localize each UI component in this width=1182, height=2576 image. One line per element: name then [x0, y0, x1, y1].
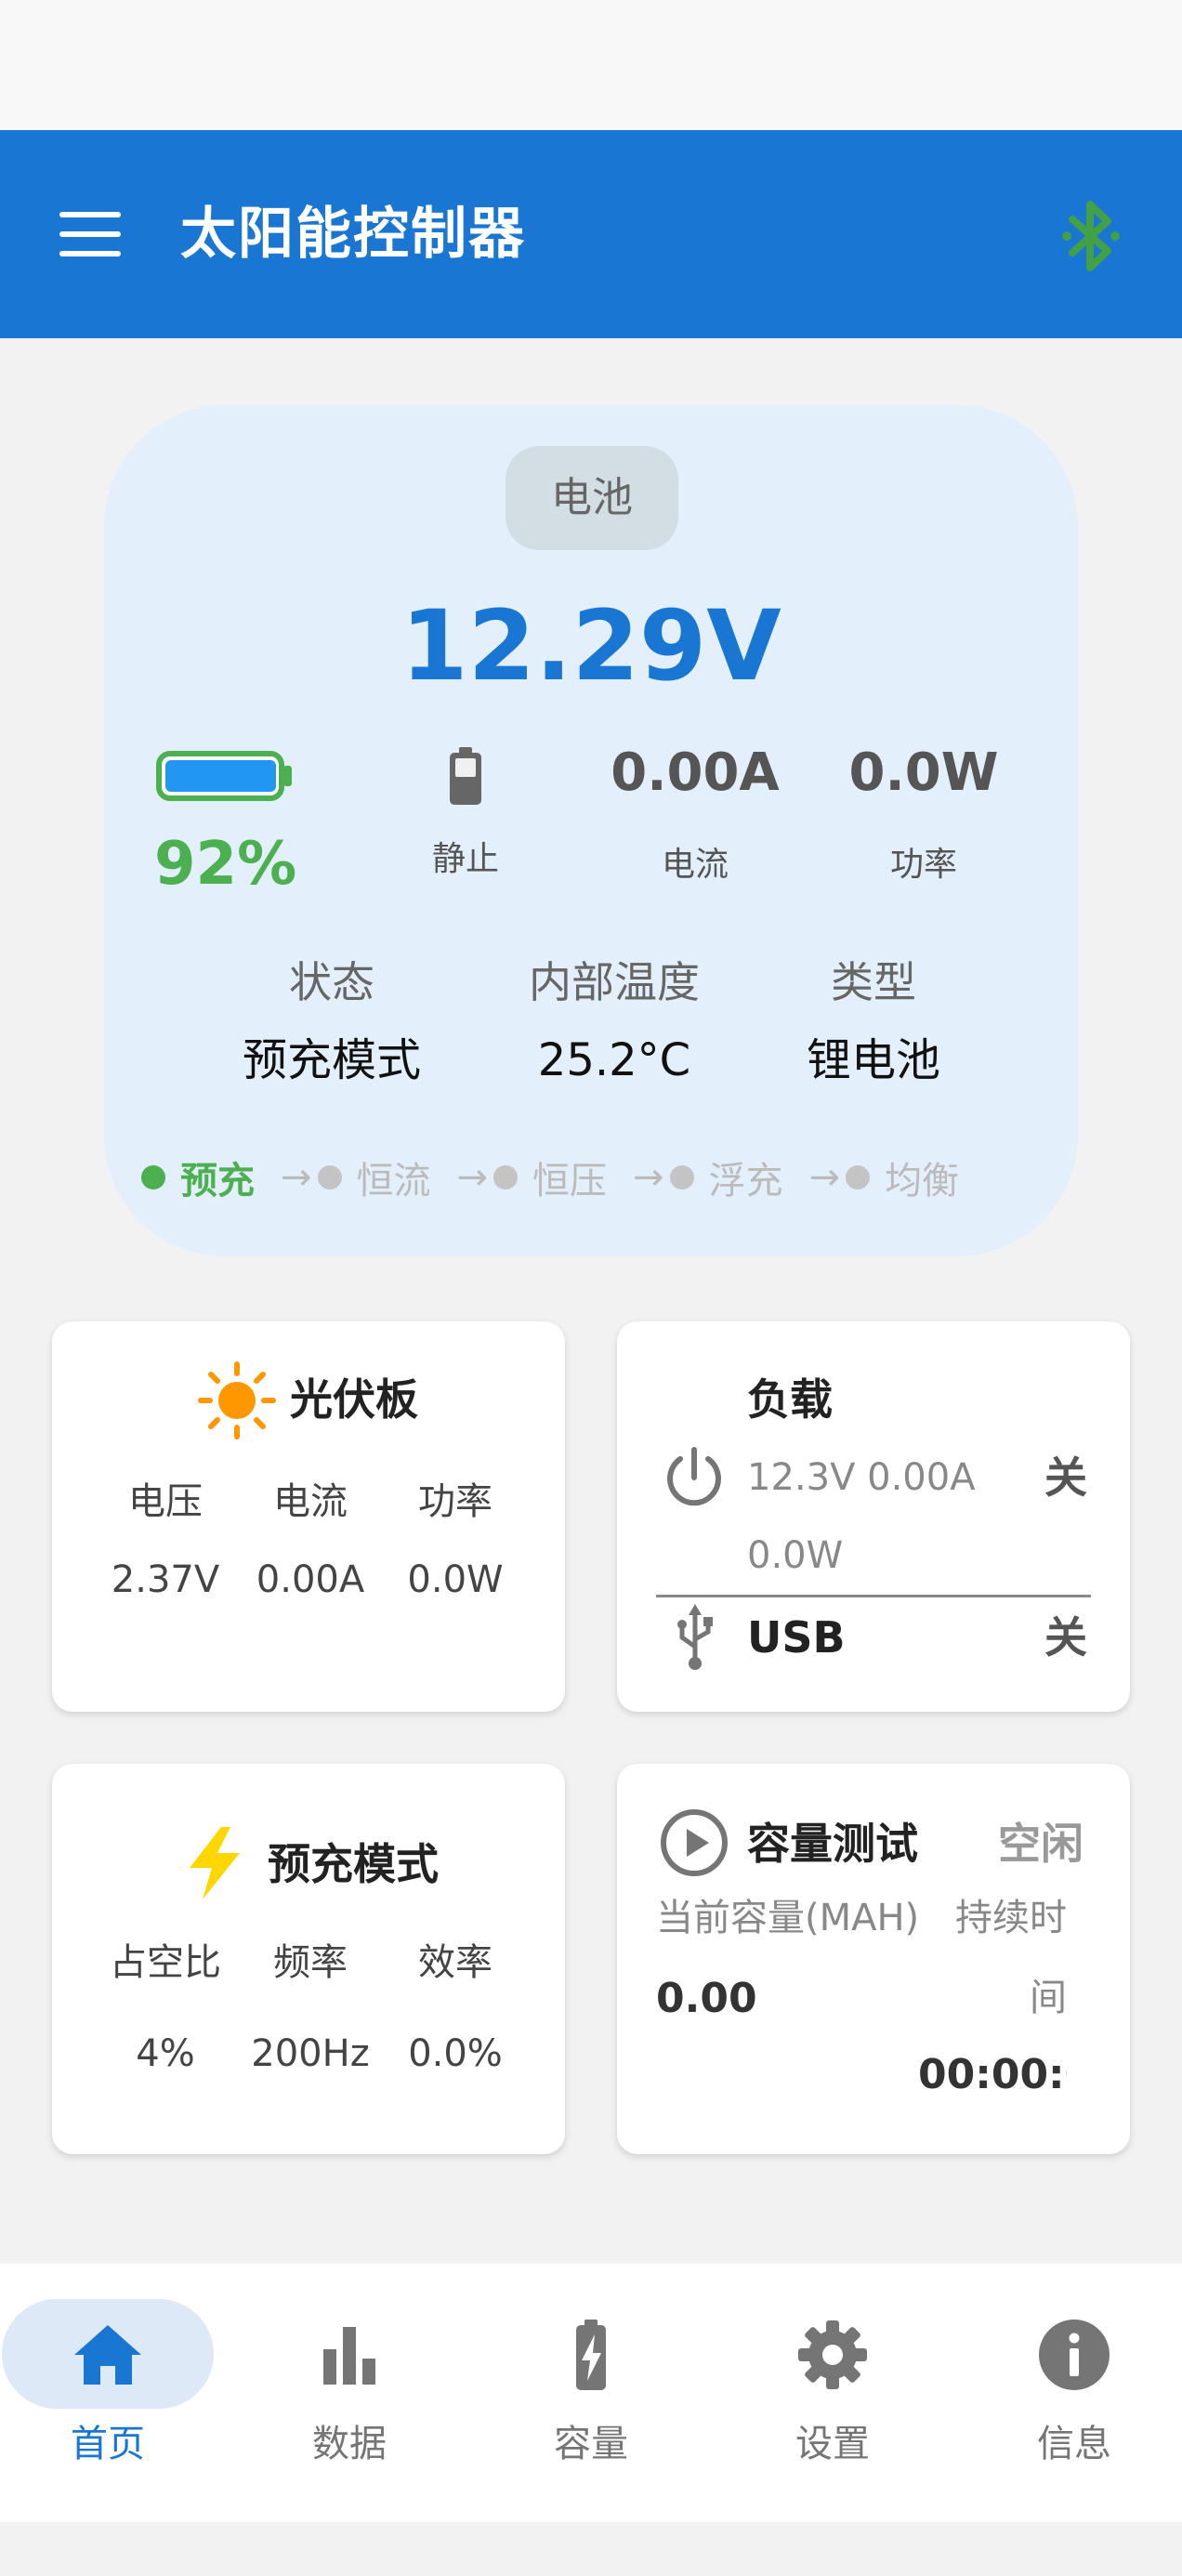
usb-toggle[interactable]: 关 — [1044, 1610, 1087, 1665]
nav-label: 首页 — [71, 2423, 145, 2465]
stage-label: 预充 — [180, 1160, 255, 1203]
battery-type-label: 类型 — [831, 957, 916, 1007]
stage-dot — [317, 1165, 342, 1189]
nav-label: 容量 — [554, 2423, 628, 2465]
load-title: 负载 — [747, 1374, 833, 1425]
app-title: 太阳能控制器 — [180, 202, 526, 267]
usb-icon — [677, 1604, 713, 1670]
current-capacity-value: 0.00 — [656, 1975, 757, 2022]
lightning-icon — [190, 1827, 240, 1899]
charge-mode-title: 预充模式 — [268, 1839, 439, 1889]
duration-label-cont: 间 — [1030, 1977, 1067, 2019]
duty-cycle-value: 4% — [136, 2032, 195, 2075]
nav-label: 信息 — [1037, 2423, 1111, 2465]
stage-dot — [669, 1165, 694, 1189]
nav-label: 数据 — [312, 2423, 387, 2465]
sun-icon — [198, 1361, 276, 1439]
battery-voltage: 12.29V — [401, 589, 781, 703]
efficiency-label: 效率 — [418, 1941, 492, 1984]
solar-title: 光伏板 — [290, 1374, 418, 1425]
battery-charging-icon — [576, 2320, 606, 2390]
nav-label: 设置 — [795, 2423, 870, 2465]
current-capacity-label: 当前容量(MAH) — [656, 1897, 920, 1939]
battery-current-label: 电流 — [661, 846, 729, 884]
bar-chart-icon — [323, 2327, 375, 2385]
temperature-label: 内部温度 — [529, 957, 700, 1007]
arrow-icon: → — [456, 1156, 489, 1199]
nav-info[interactable]: 信息 — [981, 2318, 1167, 2472]
solar-power-value: 0.0W — [407, 1558, 504, 1601]
duty-cycle-label: 占空比 — [110, 1941, 221, 1984]
battery-cell-icon — [450, 747, 481, 805]
solar-voltage-value: 2.37V — [111, 1558, 220, 1601]
charge-stage-indicator: 预充 → 恒流 → 恒压 → 浮充 → 均衡 — [141, 1152, 959, 1203]
stage-label: 恒压 — [532, 1160, 608, 1203]
stage-dot — [493, 1165, 519, 1189]
duration-value: 00:00:0 — [918, 2051, 1067, 2098]
nav-settings[interactable]: 设置 — [740, 2318, 926, 2472]
arrow-icon: → — [281, 1156, 312, 1199]
status-bar — [0, 0, 1182, 130]
load-reading: 12.3V 0.00A — [747, 1456, 976, 1499]
app-bar — [0, 130, 1182, 338]
battery-state-label: 静止 — [431, 840, 499, 878]
arrow-icon: → — [808, 1156, 841, 1199]
stage-label: 恒流 — [356, 1160, 431, 1203]
system-nav-area — [0, 2522, 1182, 2576]
stage-label: 浮充 — [708, 1160, 783, 1203]
stage-constant-current: 恒流 — [317, 1150, 431, 1204]
usb-label: USB — [747, 1612, 846, 1663]
battery-power-label: 功率 — [889, 846, 957, 884]
stage-constant-voltage: 恒压 — [493, 1150, 607, 1204]
solar-voltage-label: 电压 — [128, 1480, 203, 1523]
stage-precharge: 预充 — [141, 1150, 255, 1204]
status-value: 预充模式 — [242, 1034, 421, 1086]
duration-label: 持续时 — [955, 1897, 1067, 1939]
load-power-reading: 0.0W — [747, 1534, 844, 1577]
battery-percent: 92% — [154, 830, 297, 899]
nav-capacity[interactable]: 容量 — [498, 2318, 684, 2472]
stage-dot — [846, 1165, 871, 1189]
play-icon[interactable] — [660, 1808, 729, 1877]
capacity-test-title: 容量测试 — [747, 1819, 918, 1869]
status-label: 状态 — [289, 957, 374, 1007]
bluetooth-icon[interactable] — [1057, 197, 1124, 275]
divider — [656, 1595, 1091, 1597]
battery-chip: 电池 — [506, 446, 678, 550]
nav-home[interactable]: 首页 — [15, 2318, 201, 2472]
battery-current-value: 0.00A — [611, 743, 780, 803]
temperature-value: 25.2°C — [537, 1034, 691, 1086]
load-toggle[interactable]: 关 — [1044, 1450, 1087, 1505]
battery-type-value: 锂电池 — [806, 1034, 940, 1086]
solar-current-value: 0.00A — [256, 1558, 365, 1601]
stage-label: 均衡 — [885, 1160, 960, 1203]
stage-float: 浮充 — [669, 1150, 783, 1204]
capacity-test-state: 空闲 — [998, 1819, 1084, 1869]
arrow-icon: → — [633, 1156, 664, 1199]
info-icon — [1039, 2320, 1110, 2390]
menu-icon[interactable] — [59, 212, 121, 256]
frequency-label: 频率 — [273, 1941, 348, 1984]
nav-data[interactable]: 数据 — [256, 2318, 442, 2472]
home-icon — [74, 2325, 141, 2385]
solar-current-label: 电流 — [273, 1480, 348, 1523]
power-icon[interactable] — [662, 1444, 727, 1509]
stage-equalize: 均衡 — [846, 1150, 959, 1204]
gear-icon — [798, 2320, 867, 2389]
frequency-value: 200Hz — [251, 2032, 370, 2075]
stage-dot — [141, 1165, 165, 1189]
efficiency-value: 0.0% — [408, 2032, 503, 2075]
battery-power-value: 0.0W — [848, 743, 999, 803]
battery-level-icon — [156, 751, 292, 801]
solar-power-label: 功率 — [418, 1480, 492, 1523]
